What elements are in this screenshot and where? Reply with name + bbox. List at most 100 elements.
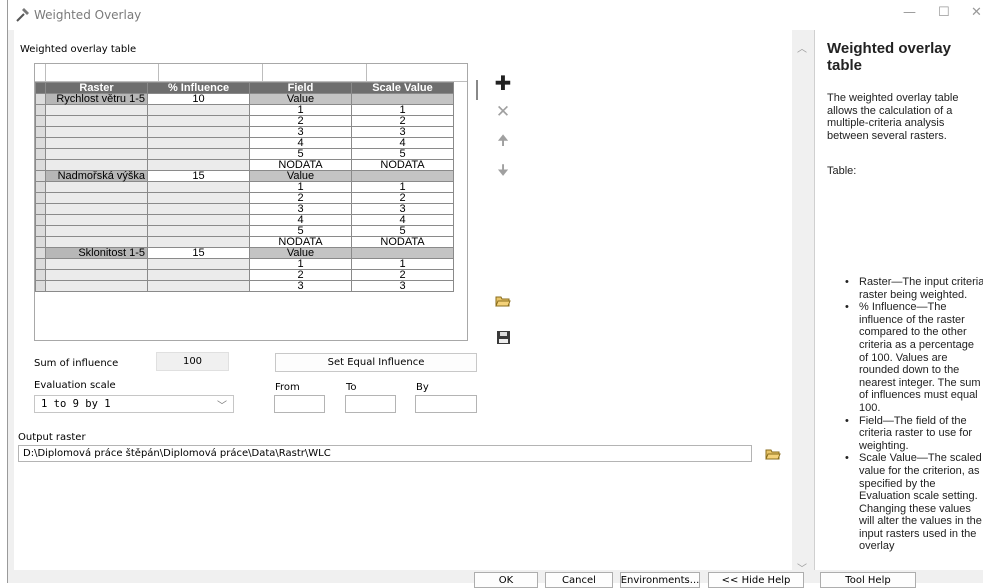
col-header-scale-value[interactable]: Scale Value — [351, 82, 454, 94]
row-handle[interactable] — [35, 126, 46, 138]
raster-header-row[interactable]: Sklonitost 1-5 15 Value — [35, 247, 454, 259]
output-raster-input[interactable]: D:\Diplomová práce štěpán\Diplomová prác… — [18, 445, 752, 462]
scale-value-cell[interactable]: 1 — [351, 104, 454, 116]
row-handle[interactable] — [35, 181, 46, 193]
by-input[interactable] — [415, 395, 477, 413]
scale-value-cell[interactable]: 3 — [351, 280, 454, 292]
add-icon[interactable]: ✚ — [492, 71, 514, 95]
row-handle[interactable] — [35, 192, 46, 204]
raster-cell[interactable] — [45, 236, 148, 248]
table-row[interactable]: 22 — [35, 192, 454, 204]
table-scrollbar[interactable] — [476, 80, 478, 100]
table-row[interactable]: 44 — [35, 214, 454, 226]
table-row[interactable]: NODATA NODATA — [35, 236, 454, 248]
row-handle[interactable] — [35, 159, 46, 171]
raster-cell[interactable] — [45, 269, 148, 281]
scale-value-cell[interactable]: 5 — [351, 148, 454, 160]
raster-header-row[interactable]: Nadmořská výška 15 Value — [35, 170, 454, 182]
table-row[interactable]: 11 — [35, 104, 454, 116]
remove-icon[interactable]: ✕ — [492, 101, 514, 123]
scale-value-cell[interactable]: 2 — [351, 192, 454, 204]
table-row[interactable]: 11 — [35, 181, 454, 193]
influence-cell[interactable]: 10 — [147, 93, 250, 105]
minimize-button[interactable]: — — [903, 5, 916, 20]
hide-help-button[interactable]: << Hide Help — [708, 572, 804, 588]
scale-value-cell[interactable]: 3 — [351, 203, 454, 215]
save-icon[interactable] — [492, 326, 514, 348]
col-header-raster[interactable]: Raster — [45, 82, 148, 94]
raster-cell[interactable]: Nadmořská výška — [45, 170, 148, 182]
weighted-overlay-table[interactable]: Raster % Influence Field Scale Value Ryc… — [34, 63, 468, 341]
row-handle[interactable] — [35, 280, 46, 292]
arrow-up-icon[interactable]: 🠉 — [492, 131, 514, 153]
scale-value-cell[interactable]: 2 — [351, 269, 454, 281]
raster-cell[interactable] — [45, 115, 148, 127]
raster-cell[interactable] — [45, 148, 148, 160]
raster-cell[interactable] — [45, 192, 148, 204]
overlay-grid[interactable]: Raster % Influence Field Scale Value Ryc… — [35, 82, 454, 292]
evaluation-scale-select[interactable]: 1 to 9 by 1 ﹀ — [34, 395, 234, 413]
maximize-button[interactable]: ☐ — [938, 5, 950, 20]
scale-value-cell[interactable]: 4 — [351, 214, 454, 226]
set-equal-influence-button[interactable]: Set Equal Influence — [275, 353, 477, 372]
raster-cell[interactable] — [45, 225, 148, 237]
table-row[interactable]: 33 — [35, 203, 454, 215]
raster-header-row[interactable]: Rychlost větru 1-5 10 Value — [35, 93, 454, 105]
raster-cell[interactable] — [45, 159, 148, 171]
ok-button[interactable]: OK — [474, 572, 538, 588]
scale-value-cell[interactable]: NODATA — [351, 159, 454, 171]
table-row[interactable]: 33 — [35, 126, 454, 138]
table-row[interactable]: 11 — [35, 258, 454, 270]
scale-value-cell[interactable]: 4 — [351, 137, 454, 149]
row-handle[interactable] — [35, 269, 46, 281]
influence-cell[interactable]: 15 — [147, 247, 250, 259]
row-handle[interactable] — [35, 225, 46, 237]
scale-value-cell[interactable]: 1 — [351, 181, 454, 193]
table-row[interactable]: 55 — [35, 225, 454, 237]
environments-button[interactable]: Environments... — [620, 572, 700, 588]
scale-value-cell[interactable]: 5 — [351, 225, 454, 237]
raster-cell[interactable] — [45, 280, 148, 292]
scale-value-cell[interactable]: 2 — [351, 115, 454, 127]
row-handle[interactable] — [35, 203, 46, 215]
cancel-button[interactable]: Cancel — [545, 572, 613, 588]
scroll-up-icon[interactable]: ︿ — [797, 40, 807, 55]
table-row[interactable]: 22 — [35, 115, 454, 127]
raster-cell[interactable] — [45, 214, 148, 226]
from-input[interactable] — [274, 395, 325, 413]
table-row[interactable]: 22 — [35, 269, 454, 281]
influence-cell[interactable]: 15 — [147, 170, 250, 182]
row-handle[interactable] — [35, 148, 46, 160]
close-button[interactable]: ✕ — [971, 5, 982, 20]
raster-cell[interactable]: Rychlost větru 1-5 — [45, 93, 148, 105]
col-header-field[interactable]: Field — [249, 82, 352, 94]
row-handle[interactable] — [35, 104, 46, 116]
row-handle[interactable] — [35, 214, 46, 226]
raster-cell[interactable] — [45, 104, 148, 116]
raster-cell[interactable] — [45, 203, 148, 215]
scale-value-cell[interactable]: NODATA — [351, 236, 454, 248]
table-row[interactable]: 55 — [35, 148, 454, 160]
row-handle[interactable] — [35, 247, 46, 259]
open-folder-icon[interactable] — [492, 290, 514, 312]
raster-cell[interactable] — [45, 126, 148, 138]
table-row[interactable]: NODATA NODATA — [35, 159, 454, 171]
row-handle[interactable] — [35, 236, 46, 248]
dialog-scrollbar[interactable]: ︿ ﹀ — [796, 40, 810, 580]
scale-value-cell[interactable]: 3 — [351, 126, 454, 138]
browse-folder-icon[interactable] — [762, 443, 784, 465]
col-header-influence[interactable]: % Influence — [147, 82, 250, 94]
raster-cell[interactable] — [45, 181, 148, 193]
row-handle[interactable] — [35, 137, 46, 149]
row-handle[interactable] — [35, 170, 46, 182]
raster-cell[interactable]: Sklonitost 1-5 — [45, 247, 148, 259]
row-handle[interactable] — [35, 258, 46, 270]
table-row[interactable]: 44 — [35, 137, 454, 149]
row-handle[interactable] — [35, 115, 46, 127]
raster-cell[interactable] — [45, 258, 148, 270]
scale-value-cell[interactable]: 1 — [351, 258, 454, 270]
raster-cell[interactable] — [45, 137, 148, 149]
table-row[interactable]: 33 — [35, 280, 454, 292]
tool-help-button[interactable]: Tool Help — [820, 572, 916, 588]
row-handle[interactable] — [35, 93, 46, 105]
